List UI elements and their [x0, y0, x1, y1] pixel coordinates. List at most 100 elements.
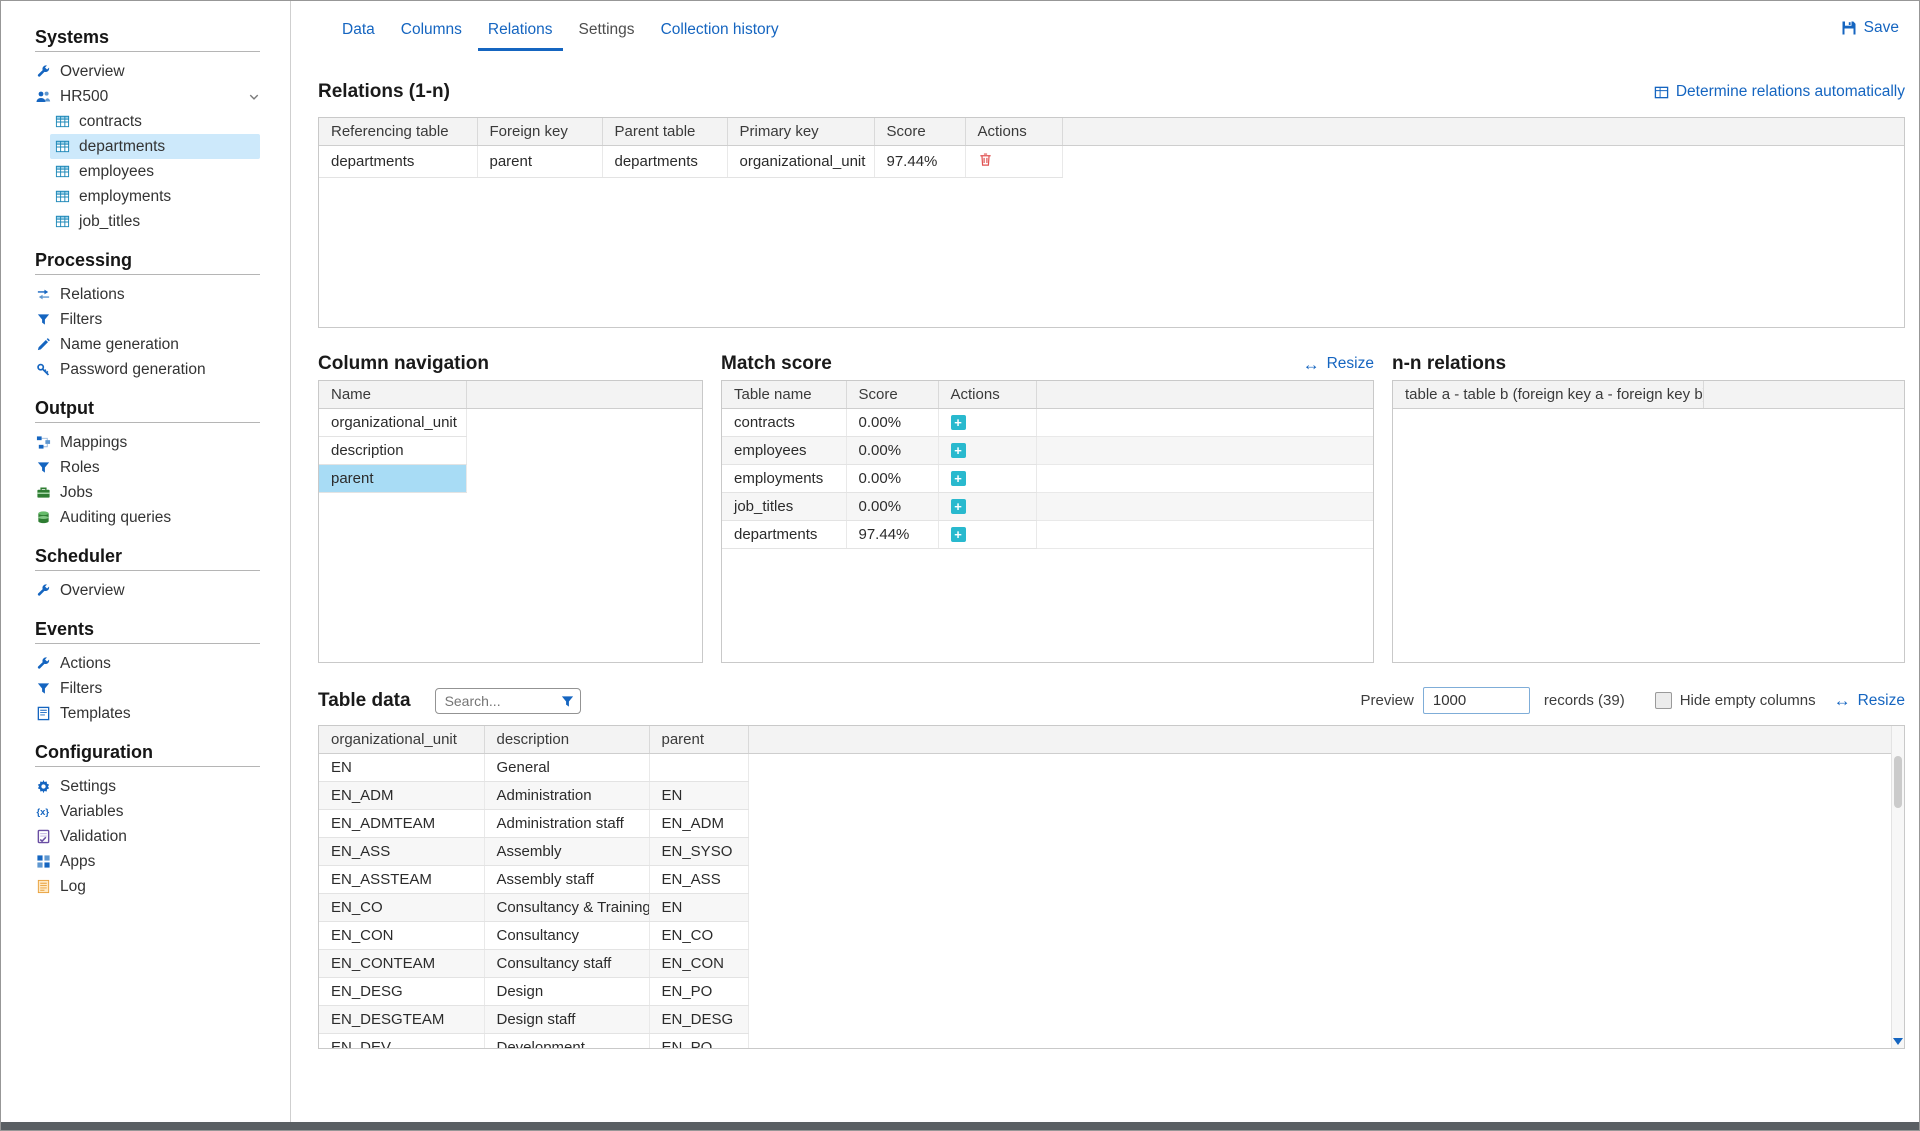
table-row[interactable]: EN_DESGDesignEN_PO: [319, 977, 1904, 1005]
table-data-grid: organizational_unitdescriptionparentENGe…: [318, 725, 1905, 1049]
table-row[interactable]: EN_CONTEAMConsultancy staffEN_CON: [319, 949, 1904, 977]
sidebar-item-systems-employees[interactable]: employees: [50, 159, 260, 184]
sidebar-item-processing-name-generation[interactable]: Name generation: [31, 332, 260, 357]
match-score-row[interactable]: contracts0.00%+: [722, 408, 1373, 436]
sidebar-item-scheduler-overview[interactable]: Overview: [31, 578, 260, 603]
wrench-icon: [35, 64, 51, 80]
match-score-row[interactable]: employments0.00%+: [722, 464, 1373, 492]
sidebar-section-output: Output: [35, 398, 260, 419]
table-icon: [54, 214, 70, 230]
filter-icon[interactable]: [560, 694, 575, 709]
table-row[interactable]: EN_ADMTEAMAdministration staffEN_ADM: [319, 809, 1904, 837]
column-navigation-row[interactable]: organizational_unit: [319, 408, 702, 436]
table-data-column-header[interactable]: parent: [649, 726, 748, 753]
relations-column-header[interactable]: Primary key: [727, 118, 874, 145]
tab-settings[interactable]: Settings: [569, 17, 645, 51]
sidebar-item-events-templates[interactable]: Templates: [31, 701, 260, 726]
sidebar-section-events: Events: [35, 619, 260, 640]
tab-collection-history[interactable]: Collection history: [651, 17, 789, 51]
match-score-row[interactable]: departments97.44%+: [722, 520, 1373, 548]
column-navigation-row[interactable]: description: [319, 436, 702, 464]
sidebar-item-processing-relations[interactable]: Relations: [31, 282, 260, 307]
table-data-resize-link[interactable]: ↔ Resize: [1834, 692, 1905, 710]
sidebar-item-configuration-variables[interactable]: {x}Variables: [31, 799, 260, 824]
relation-row[interactable]: departmentsparentdepartmentsorganization…: [319, 145, 1904, 177]
table-data-column-header[interactable]: organizational_unit: [319, 726, 484, 753]
preview-count-input[interactable]: [1423, 687, 1530, 714]
table-row[interactable]: EN_DEVDevelopmentEN_PO: [319, 1033, 1904, 1049]
sidebar-item-processing-filters[interactable]: Filters: [31, 307, 260, 332]
sidebar-item-output-auditing-queries[interactable]: Auditing queries: [31, 505, 260, 530]
sidebar-section-scheduler: Scheduler: [35, 546, 260, 567]
sidebar-item-systems-overview[interactable]: Overview: [31, 59, 260, 84]
sidebar-item-label: contracts: [79, 113, 142, 131]
sidebar-item-systems-employments[interactable]: employments: [50, 184, 260, 209]
sidebar-item-configuration-apps[interactable]: Apps: [31, 849, 260, 874]
sidebar-item-label: Templates: [60, 705, 131, 723]
divider: [35, 766, 260, 767]
sidebar-item-output-jobs[interactable]: Jobs: [31, 480, 260, 505]
sidebar-item-configuration-log[interactable]: Log: [31, 874, 260, 899]
add-relation-button[interactable]: +: [951, 415, 966, 430]
match-score-row[interactable]: employees0.00%+: [722, 436, 1373, 464]
sidebar-item-configuration-settings[interactable]: Settings: [31, 774, 260, 799]
chevron-down-icon[interactable]: [248, 91, 260, 103]
tab-relations[interactable]: Relations: [478, 17, 563, 51]
sidebar-item-systems-departments[interactable]: departments: [50, 134, 260, 159]
add-relation-button[interactable]: +: [951, 443, 966, 458]
sidebar-item-output-roles[interactable]: Roles: [31, 455, 260, 480]
sidebar-item-label: Jobs: [60, 484, 93, 502]
sidebar-item-processing-password-generation[interactable]: Password generation: [31, 357, 260, 382]
relations-column-header[interactable]: Referencing table: [319, 118, 477, 145]
table-row[interactable]: EN_ASSTEAMAssembly staffEN_ASS: [319, 865, 1904, 893]
column-navigation-header[interactable]: Name: [319, 381, 466, 408]
hide-empty-columns-checkbox[interactable]: [1655, 692, 1672, 709]
scrollbar-thumb[interactable]: [1894, 756, 1902, 808]
match-score-resize-link[interactable]: ↔ Resize: [1303, 355, 1374, 373]
tab-data[interactable]: Data: [332, 17, 385, 51]
scroll-down-icon[interactable]: [1893, 1038, 1903, 1045]
table-row[interactable]: EN_ASSAssemblyEN_SYSO: [319, 837, 1904, 865]
table-row[interactable]: EN_DESGTEAMDesign staffEN_DESG: [319, 1005, 1904, 1033]
relations-column-header[interactable]: Parent table: [602, 118, 727, 145]
determine-relations-link[interactable]: Determine relations automatically: [1654, 83, 1905, 101]
sidebar-item-systems-hr500[interactable]: HR500: [31, 84, 260, 109]
nn-relations-column-header[interactable]: table a - table b (foreign key a - forei…: [1393, 381, 1703, 408]
table-row[interactable]: EN_COConsultancy & TrainingEN: [319, 893, 1904, 921]
table-icon: [54, 189, 70, 205]
audit-icon: [35, 510, 51, 526]
table-data-column-header[interactable]: description: [484, 726, 649, 753]
sidebar-item-label: Log: [60, 878, 86, 896]
relations-column-header[interactable]: Foreign key: [477, 118, 602, 145]
sidebar-item-events-filters[interactable]: Filters: [31, 676, 260, 701]
relations-icon: [35, 287, 51, 303]
sidebar-item-events-actions[interactable]: Actions: [31, 651, 260, 676]
column-navigation-row[interactable]: parent: [319, 464, 702, 492]
sidebar-item-label: Roles: [60, 459, 100, 477]
table-row[interactable]: ENGeneral: [319, 753, 1904, 781]
relations-column-header[interactable]: Score: [874, 118, 965, 145]
add-relation-button[interactable]: +: [951, 499, 966, 514]
filter-icon: [35, 312, 51, 328]
sidebar-item-configuration-validation[interactable]: Validation: [31, 824, 260, 849]
match-score-column-header[interactable]: Score: [846, 381, 938, 408]
match-score-row[interactable]: job_titles0.00%+: [722, 492, 1373, 520]
delete-relation-icon[interactable]: [978, 152, 993, 167]
tab-columns[interactable]: Columns: [391, 17, 472, 51]
sidebar-item-output-mappings[interactable]: Mappings: [31, 430, 260, 455]
table-row[interactable]: EN_ADMAdministrationEN: [319, 781, 1904, 809]
grid-icon: [1654, 85, 1669, 100]
sidebar-item-systems-contracts[interactable]: contracts: [50, 109, 260, 134]
vertical-scrollbar[interactable]: [1891, 726, 1904, 1048]
match-score-column-header[interactable]: Table name: [722, 381, 846, 408]
sidebar-item-systems-job-titles[interactable]: job_titles: [50, 209, 260, 234]
sidebar-item-label: Filters: [60, 311, 102, 329]
add-relation-button[interactable]: +: [951, 527, 966, 542]
match-score-column-header[interactable]: Actions: [938, 381, 1036, 408]
add-relation-button[interactable]: +: [951, 471, 966, 486]
relations-column-header[interactable]: Actions: [965, 118, 1062, 145]
save-button[interactable]: Save: [1841, 17, 1899, 37]
key-icon: [35, 362, 51, 378]
jobs-icon: [35, 485, 51, 501]
table-row[interactable]: EN_CONConsultancyEN_CO: [319, 921, 1904, 949]
